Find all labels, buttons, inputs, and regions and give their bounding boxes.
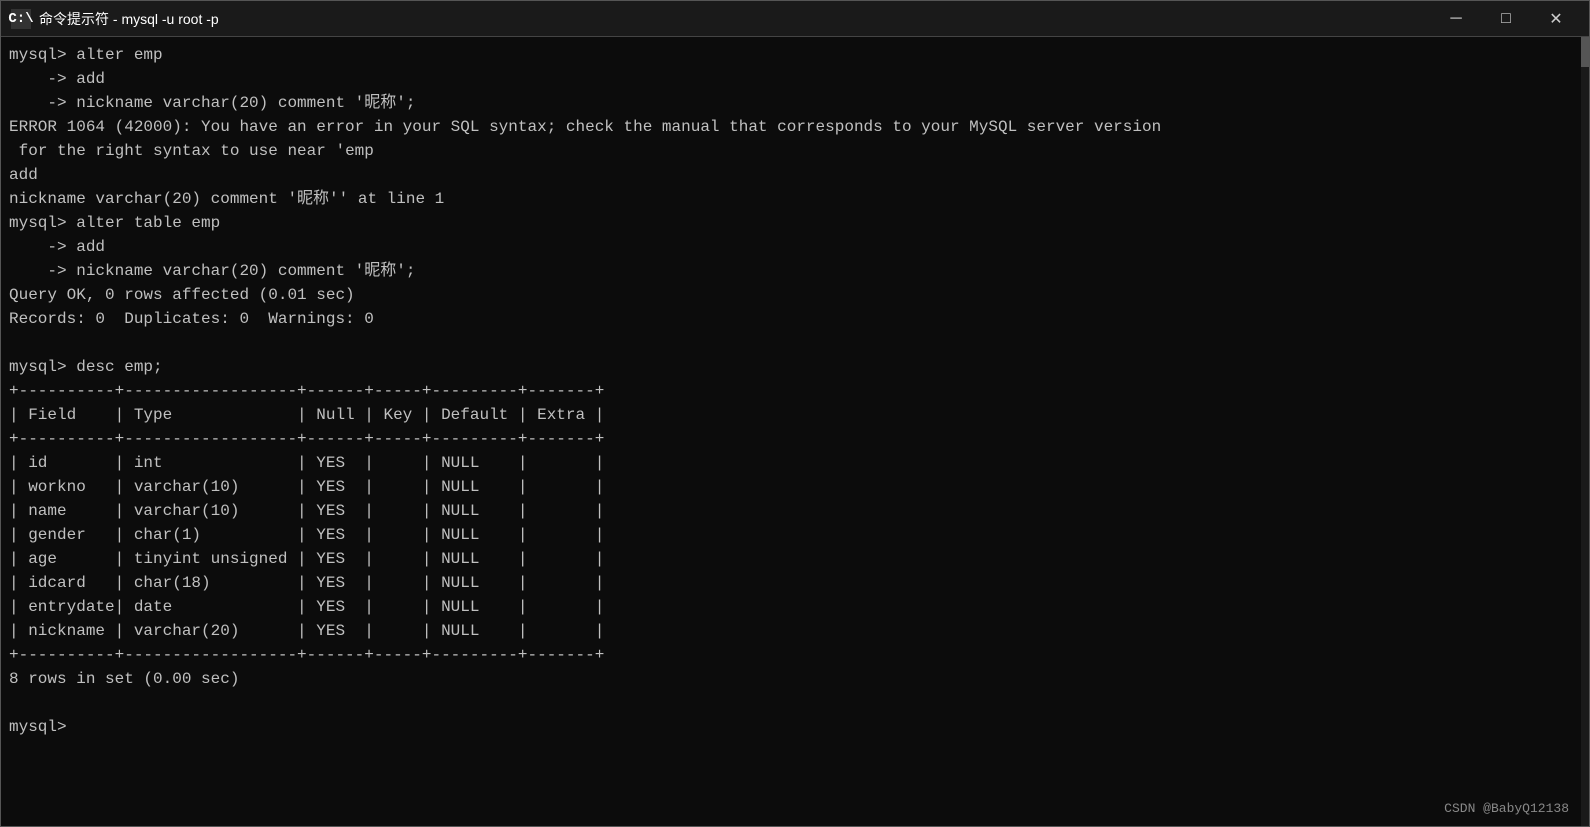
app-icon: C:\ (11, 9, 31, 29)
terminal-content: mysql> alter emp -> add -> nickname varc… (9, 43, 1581, 739)
scrollbar-thumb[interactable] (1581, 37, 1589, 67)
watermark: CSDN @BabyQ12138 (1444, 801, 1569, 816)
window-title: 命令提示符 - mysql -u root -p (39, 9, 1433, 29)
minimize-button[interactable]: ─ (1433, 3, 1479, 35)
maximize-button[interactable]: □ (1483, 3, 1529, 35)
terminal-window: C:\ 命令提示符 - mysql -u root -p ─ □ ✕ mysql… (0, 0, 1590, 827)
close-button[interactable]: ✕ (1533, 3, 1579, 35)
window-controls: ─ □ ✕ (1433, 3, 1579, 35)
scrollbar[interactable] (1581, 37, 1589, 826)
terminal-body[interactable]: mysql> alter emp -> add -> nickname varc… (1, 37, 1589, 826)
title-bar: C:\ 命令提示符 - mysql -u root -p ─ □ ✕ (1, 1, 1589, 37)
